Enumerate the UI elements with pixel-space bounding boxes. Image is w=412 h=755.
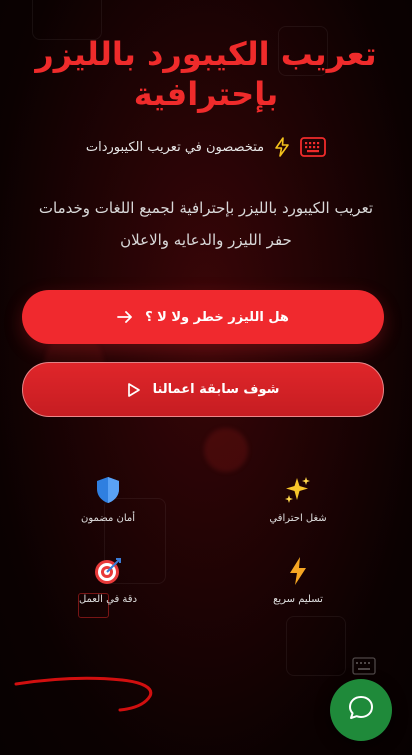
lightning-icon [283,556,313,586]
sparkles-icon [283,475,313,505]
keyboard-icon [352,657,376,675]
arrow-right-icon [117,310,133,324]
page-title: تعريب الكيبورد بالليزر بإحترافية [20,34,392,114]
feature-label: دقة في العمل [78,594,138,605]
description: تعريب الكيبورد بالليزر بإحترافية لجميع ا… [24,192,388,256]
view-portfolio-button-label: شوف سابقة اعمالنا [152,382,280,397]
lightning-icon [274,137,290,157]
play-icon [127,382,141,398]
laser-safety-button[interactable]: هل الليزر خطر ولا لا ؟ [22,290,384,344]
target-icon [93,556,123,586]
feature-professional-work: شغل احترافي [238,475,358,524]
shield-icon [93,475,123,505]
feature-fast-delivery: تسليم سريع [238,556,358,605]
page-title-line-2: بإحترافية [133,75,279,113]
page-title-line-1: تعريب الكيبورد بالليزر [35,35,377,73]
description-line-2: حفر الليزر والدعايه والاعلان [120,231,292,249]
chat-button[interactable] [330,679,392,741]
tagline: متخصصون في تعريب الكيبوردات [0,136,412,158]
background-glow [204,428,248,472]
description-line-1: تعريب الكيبورد بالليزر بإحترافية لجميع ا… [38,199,374,217]
view-portfolio-button[interactable]: شوف سابقة اعمالنا [22,362,384,417]
red-scribble-arrow [14,676,153,712]
laser-safety-button-label: هل الليزر خطر ولا لا ؟ [145,309,289,325]
background-decoration [286,616,346,676]
feature-label: شغل احترافي [269,513,327,524]
feature-label: تسليم سريع [273,594,323,605]
feature-label: أمان مضمون [80,513,136,524]
feature-guaranteed-safety: أمان مضمون [48,475,168,524]
keyboard-icon [300,136,327,158]
feature-work-precision: دقة في العمل [48,556,168,605]
chat-bubble-icon [347,694,375,726]
tagline-text: متخصصون في تعريب الكيبوردات [85,139,265,155]
